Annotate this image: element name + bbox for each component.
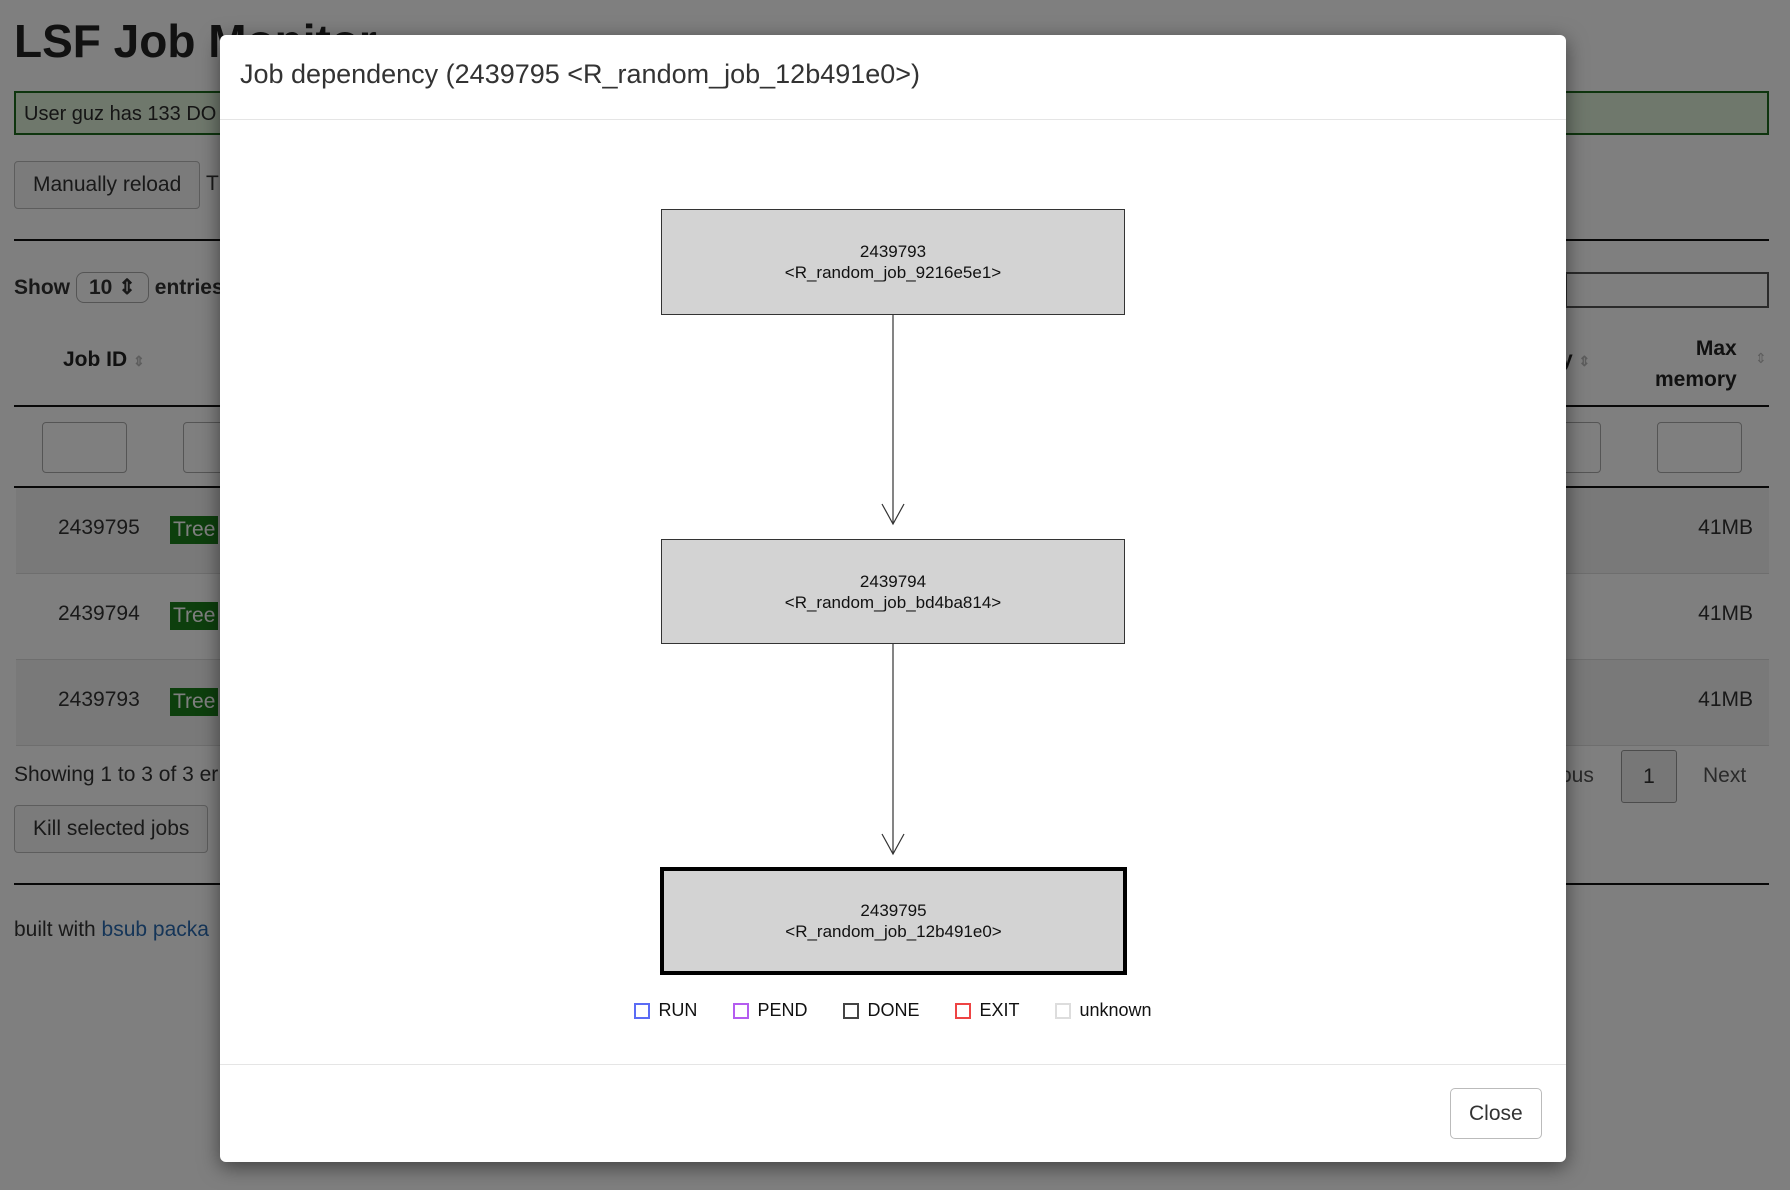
node-job-id: 2439793: [859, 242, 927, 261]
node-job-name: <R_random_job_bd4ba814>: [784, 592, 1002, 612]
run-swatch-icon: [634, 1002, 651, 1019]
legend-label: DONE: [867, 1000, 920, 1020]
job-node[interactable]: 2439793 <R_random_job_9216e5e1>: [661, 209, 1125, 315]
node-job-id: 2439795: [860, 901, 927, 920]
legend-label: PEND: [757, 1000, 808, 1020]
status-legend: RUN PEND DONE EXIT unknown: [220, 1000, 1566, 1021]
pend-swatch-icon: [733, 1002, 750, 1019]
legend-label: unknown: [1079, 1000, 1152, 1020]
legend-unknown: unknown: [1055, 1000, 1152, 1021]
edge-arrow: [881, 644, 905, 856]
modal-footer-divider: [220, 1064, 1566, 1065]
legend-label: EXIT: [979, 1000, 1020, 1020]
legend-run: RUN: [634, 1000, 697, 1021]
node-job-name: <R_random_job_12b491e0>: [785, 922, 1002, 941]
exit-swatch-icon: [955, 1002, 972, 1019]
job-dependency-modal: Job dependency (2439795 <R_random_job_12…: [220, 35, 1566, 1162]
current-job-node[interactable]: 2439795 <R_random_job_12b491e0>: [660, 867, 1127, 975]
done-swatch-icon: [843, 1002, 860, 1019]
legend-exit: EXIT: [955, 1000, 1019, 1021]
job-node[interactable]: 2439794 <R_random_job_bd4ba814>: [661, 539, 1125, 644]
node-job-id: 2439794: [859, 571, 927, 591]
close-button[interactable]: Close: [1450, 1088, 1542, 1139]
node-job-name: <R_random_job_9216e5e1>: [784, 263, 1002, 282]
legend-pend: PEND: [733, 1000, 807, 1021]
legend-label: RUN: [658, 1000, 698, 1020]
unknown-swatch-icon: [1055, 1002, 1072, 1019]
legend-done: DONE: [843, 1000, 919, 1021]
edge-arrow: [881, 315, 905, 526]
